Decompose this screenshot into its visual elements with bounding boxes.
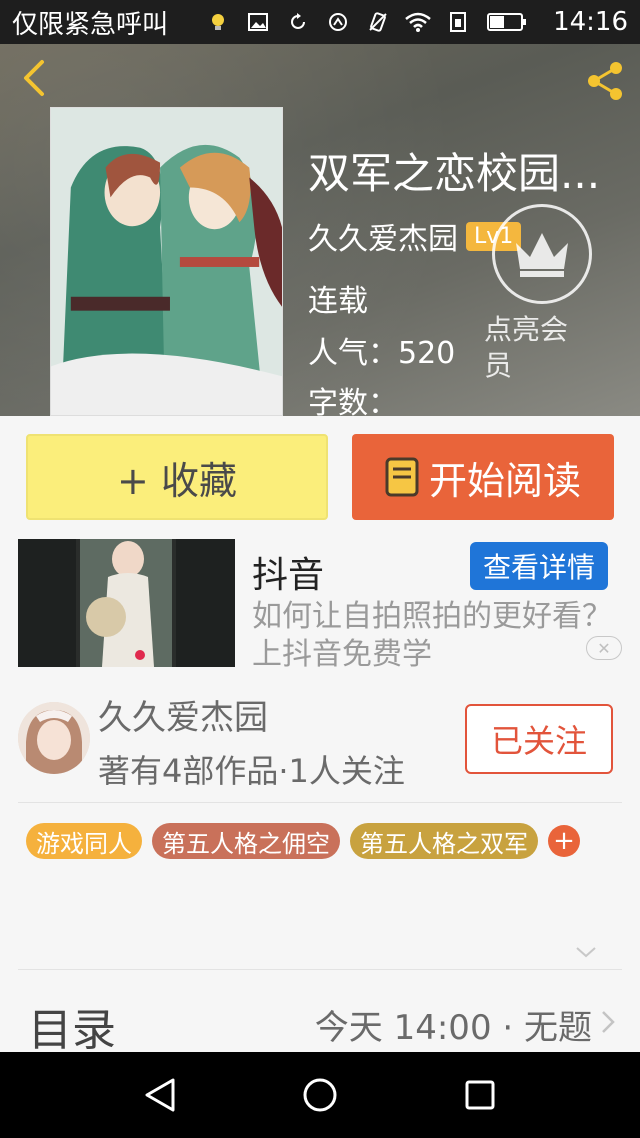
ad-detail-button[interactable]: 查看详情 [470, 542, 608, 590]
start-reading-button[interactable]: 开始阅读 [352, 434, 614, 520]
chevron-right-icon [598, 1008, 618, 1036]
sim-icon [445, 9, 471, 35]
book-title: 双军之恋校园... [308, 149, 601, 198]
carrier-text: 仅限紧急呼叫 [12, 9, 169, 40]
ad-photo [18, 539, 235, 667]
crown-icon [492, 204, 592, 304]
tag-list: 游戏同人 第五人格之佣空 第五人格之双军 + [26, 823, 580, 859]
square-recents-icon [465, 1080, 495, 1110]
word-count: 字数： [308, 386, 398, 416]
image-icon [245, 9, 271, 35]
back-button[interactable] [14, 58, 54, 98]
action-bar: + 收藏 开始阅读 [0, 416, 640, 536]
book-cover[interactable] [50, 107, 283, 416]
avatar-image [18, 702, 90, 774]
wifi-icon [405, 9, 431, 35]
screen: 仅限紧急呼叫 14:16 双军之恋校园... 久久爱杰园 Lv1 连载 人气：5… [0, 0, 640, 1138]
status-bar: 仅限紧急呼叫 14:16 [0, 0, 640, 44]
latest-chapter: 今天 14:00 · 无题 [314, 1008, 592, 1048]
system-nav-bar [0, 1052, 640, 1138]
popularity: 人气：520 [308, 336, 456, 371]
tag-item[interactable]: 第五人格之双军 [350, 823, 538, 859]
ad-title: 抖音 [252, 555, 325, 596]
author-card-stats: 著有4部作品·1人关注 [98, 752, 405, 790]
bulb-icon [205, 9, 231, 35]
follow-button[interactable]: 已关注 [465, 704, 613, 774]
divider [18, 969, 622, 970]
catalog-row[interactable]: 目录 今天 14:00 · 无题 [0, 972, 640, 1056]
share-button[interactable] [582, 58, 628, 104]
battery-icon [485, 9, 529, 35]
ad-description: 如何让自拍照拍的更好看？上抖音免费学 [252, 599, 612, 672]
share-icon [588, 62, 622, 100]
book-header: 双军之恋校园... 久久爱杰园 Lv1 连载 人气：520 字数： 点亮会员 [0, 44, 640, 416]
chevron-down-icon[interactable] [574, 942, 598, 962]
close-icon[interactable]: ✕ [586, 636, 622, 660]
member-label: 点亮会员 [484, 313, 569, 382]
nav-home-button[interactable] [298, 1073, 342, 1117]
nfc-icon [325, 9, 351, 35]
ad-image[interactable] [18, 539, 235, 667]
start-reading-label: 开始阅读 [428, 458, 581, 503]
divider [18, 802, 622, 803]
ad-banner[interactable]: 抖音 查看详情 如何让自拍照拍的更好看？上抖音免费学 ✕ [0, 536, 640, 672]
cover-illustration [51, 108, 282, 415]
avatar[interactable] [18, 702, 90, 774]
serial-status: 连载 [308, 284, 368, 319]
status-time: 14:16 [553, 7, 628, 37]
author-name[interactable]: 久久爱杰园 [308, 214, 458, 258]
add-tag-button[interactable]: + [548, 825, 580, 857]
chevron-left-icon [24, 60, 44, 96]
circle-home-icon [303, 1078, 337, 1112]
vibrate-icon [365, 9, 391, 35]
catalog-title: 目录 [28, 1005, 116, 1056]
sync-icon [285, 9, 311, 35]
triangle-back-icon [145, 1078, 175, 1112]
author-card-name: 久久爱杰园 [98, 698, 268, 738]
status-icons: 14:16 [205, 7, 628, 37]
author-card[interactable]: 久久爱杰园 著有4部作品·1人关注 已关注 [0, 680, 640, 802]
favorite-button[interactable]: + 收藏 [26, 434, 328, 520]
member-button[interactable]: 点亮会员 [484, 204, 614, 384]
book-icon [385, 457, 419, 497]
nav-back-button[interactable] [138, 1073, 182, 1117]
nav-recents-button[interactable] [458, 1073, 502, 1117]
tag-item[interactable]: 第五人格之佣空 [152, 823, 340, 859]
tag-item[interactable]: 游戏同人 [26, 823, 142, 859]
